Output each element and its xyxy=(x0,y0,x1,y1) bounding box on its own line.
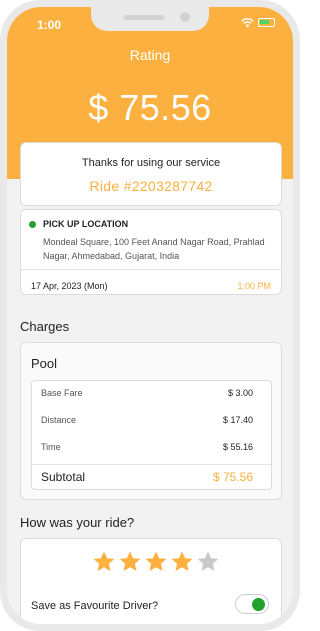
star-icon[interactable] xyxy=(92,550,116,574)
star-icon[interactable] xyxy=(170,550,194,574)
camera xyxy=(180,12,190,22)
fare-row: Base Fare $ 3.00 xyxy=(32,384,271,404)
star-icon[interactable] xyxy=(196,550,220,574)
pickup-time: 1:00 PM xyxy=(237,281,271,291)
pickup-card: PICK UP LOCATION Mondeal Square, 100 Fee… xyxy=(20,209,282,295)
subtotal-value: $ 75.56 xyxy=(212,470,253,484)
wifi-icon xyxy=(241,18,254,28)
battery-icon xyxy=(258,18,275,27)
fare-breakdown: Base Fare $ 3.00 Distance $ 17.40 Time $… xyxy=(31,380,272,490)
pickup-date: 17 Apr, 2023 (Mon) xyxy=(31,281,108,291)
fare-value: $ 17.40 xyxy=(222,415,253,425)
total-amount: $ 75.56 xyxy=(88,87,212,128)
divider xyxy=(21,269,281,270)
favourite-driver-toggle[interactable] xyxy=(235,594,269,614)
charges-title: Charges xyxy=(20,319,70,334)
status-time: 1:00 xyxy=(37,18,62,32)
pool-card: Pool Base Fare $ 3.00 Distance $ 17.40 T… xyxy=(20,342,282,500)
ride-id: Ride #2203287742 xyxy=(89,178,213,194)
fare-label: Time xyxy=(41,442,61,452)
phone-frame: 1:00 Rating $ 75.56 Thanks for using our… xyxy=(0,0,300,631)
thanks-message: Thanks for using our service xyxy=(81,157,221,169)
rating-title: How was your ride? xyxy=(20,515,135,530)
fare-value: $ 55.16 xyxy=(222,442,253,452)
rating-card: Save as Favourite Driver? xyxy=(20,538,282,624)
fare-value: $ 3.00 xyxy=(227,388,253,398)
star-icon[interactable] xyxy=(144,550,168,574)
toggle-knob xyxy=(252,598,265,611)
thanks-card: Thanks for using our service Ride #22032… xyxy=(20,142,282,206)
location-dot-icon xyxy=(29,221,36,228)
star-rating[interactable] xyxy=(92,550,220,574)
divider xyxy=(32,464,271,465)
star-icon[interactable] xyxy=(118,550,142,574)
favourite-driver-label: Save as Favourite Driver? xyxy=(31,600,159,612)
fare-row: Distance $ 17.40 xyxy=(32,411,271,431)
notch xyxy=(91,7,209,31)
fare-row: Time $ 55.16 xyxy=(32,438,271,458)
pool-title: Pool xyxy=(31,356,58,371)
subtotal-label: Subtotal xyxy=(41,470,86,484)
pickup-address: Mondeal Square, 100 Feet Anand Nagar Roa… xyxy=(43,237,265,261)
speaker xyxy=(124,15,164,20)
fare-label: Distance xyxy=(41,415,77,425)
pickup-title: PICK UP LOCATION xyxy=(43,219,129,229)
app-screen: 1:00 Rating $ 75.56 Thanks for using our… xyxy=(7,7,293,624)
status-icons xyxy=(241,17,275,28)
page-title: Rating xyxy=(129,47,171,63)
fare-label: Base Fare xyxy=(41,388,83,398)
